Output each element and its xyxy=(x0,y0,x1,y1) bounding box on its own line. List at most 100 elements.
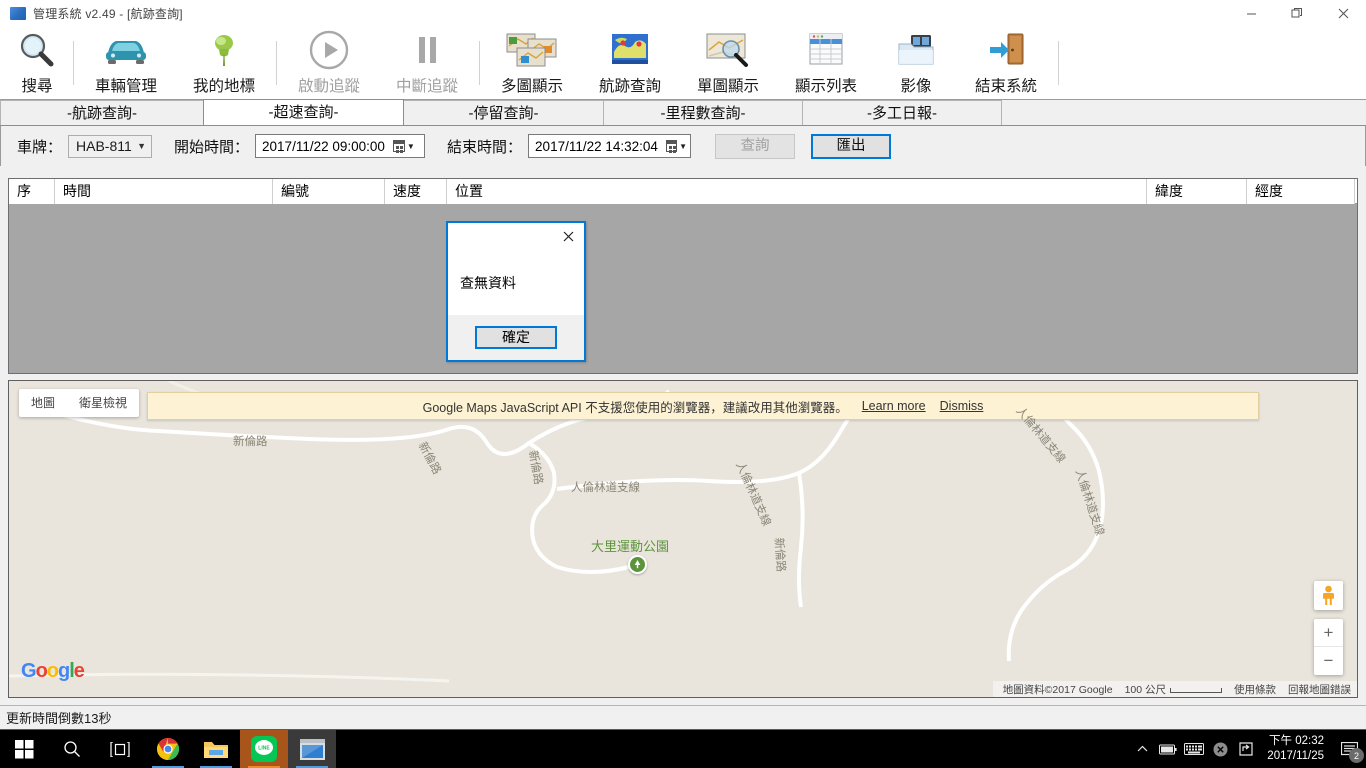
toolbar-button-single-map[interactable]: 單圖顯示 xyxy=(679,27,777,99)
toolbar-button-multi-map[interactable]: 多圖顯示 xyxy=(483,27,581,99)
taskbar-clock[interactable]: 下午 02:32 2017/11/25 xyxy=(1259,734,1332,764)
road-label: 新倫路 xyxy=(771,537,789,573)
status-text: 更新時間倒數13秒 xyxy=(6,708,111,727)
toolbar-label: 航跡查詢 xyxy=(599,74,661,96)
toolbar-button-my-landmarks[interactable]: 我的地標 xyxy=(175,27,273,99)
error-icon[interactable] xyxy=(1207,730,1233,768)
clock-time: 下午 02:32 xyxy=(1269,734,1324,749)
toolbar-label: 車輛管理 xyxy=(95,74,157,96)
terms-link[interactable]: 使用條款 xyxy=(1234,682,1276,697)
toolbar-label: 結束系統 xyxy=(975,74,1037,96)
toolbar-button-show-list[interactable]: 顯示列表 xyxy=(777,27,875,99)
toolbar-button-track-query[interactable]: 航跡查詢 xyxy=(581,27,679,99)
taskbar-app-line[interactable]: LINE xyxy=(240,730,288,768)
car-icon xyxy=(102,28,150,72)
zoom-out-button[interactable]: − xyxy=(1314,647,1343,675)
start-time-value: 2017/11/22 09:00:00 xyxy=(262,139,385,154)
chevron-up-icon[interactable] xyxy=(1129,730,1155,768)
windows-start-icon[interactable] xyxy=(0,730,48,768)
tab-stop-query[interactable]: -停留查詢- xyxy=(403,100,604,125)
tab-speeding-query[interactable]: -超速查詢- xyxy=(203,99,404,125)
map-type-map[interactable]: 地圖 xyxy=(19,389,67,417)
toolbar-separator xyxy=(479,41,480,85)
taskbar-app-chrome[interactable] xyxy=(144,730,192,768)
search-button[interactable]: 查詢 xyxy=(715,134,795,159)
toolbar-label: 多圖顯示 xyxy=(501,74,563,96)
windows-taskbar: LINE 下午 02:32 2017/11/25 xyxy=(0,730,1366,768)
toolbar-button-video[interactable]: 影像 xyxy=(875,27,957,99)
taskbar-app-file-explorer[interactable] xyxy=(192,730,240,768)
task-view-icon[interactable] xyxy=(96,730,144,768)
dismiss-link[interactable]: Dismiss xyxy=(940,399,984,413)
system-tray: 下午 02:32 2017/11/25 2 xyxy=(1129,730,1366,768)
map-magnifier-icon xyxy=(703,28,753,72)
sync-icon[interactable] xyxy=(1233,730,1259,768)
grid-column-id[interactable]: 編號 xyxy=(273,179,385,204)
toolbar-button-start-tracking[interactable]: 啟動追蹤 xyxy=(280,27,378,99)
search-icon[interactable] xyxy=(48,730,96,768)
toolbar-button-search[interactable]: 搜尋 xyxy=(4,27,70,99)
calendar-icon xyxy=(666,140,677,152)
notification-badge: 2 xyxy=(1349,748,1364,763)
dialog-ok-button[interactable]: 確定 xyxy=(475,326,557,349)
pegman-icon[interactable] xyxy=(1314,581,1343,610)
close-button[interactable] xyxy=(1320,0,1366,26)
chevron-down-icon[interactable]: ▼ xyxy=(679,142,687,151)
browser-warning-bar: Google Maps JavaScript API 不支援您使用的瀏覽器，建議… xyxy=(147,392,1259,420)
end-time-label: 結束時間： xyxy=(447,136,522,157)
chevron-down-icon: ▼ xyxy=(137,141,146,151)
export-button[interactable]: 匯出 xyxy=(811,134,891,159)
park-label: 大里運動公園 xyxy=(591,536,669,555)
taskbar-app-management-system[interactable] xyxy=(288,730,336,768)
close-icon[interactable] xyxy=(554,225,582,247)
zoom-in-button[interactable]: + xyxy=(1314,619,1343,647)
toolbar-button-exit-system[interactable]: 結束系統 xyxy=(957,27,1055,99)
plate-value: HAB-811 xyxy=(76,138,132,154)
tab-strip: -航跡查詢- -超速查詢- -停留查詢- -里程數查詢- -多工日報- xyxy=(0,100,1366,126)
svg-text:LINE: LINE xyxy=(258,746,270,752)
report-error-link[interactable]: 回報地圖錯誤 xyxy=(1288,682,1351,697)
grid-column-seq[interactable]: 序 xyxy=(9,179,55,204)
toolbar-button-stop-tracking[interactable]: 中斷追蹤 xyxy=(378,27,476,99)
app-window-icon xyxy=(10,7,26,20)
tab-mileage-query[interactable]: -里程數查詢- xyxy=(603,100,803,125)
google-map[interactable]: 地圖 衛星檢視 Google Maps JavaScript API 不支援您使… xyxy=(9,381,1357,697)
minimize-button[interactable] xyxy=(1228,0,1274,26)
grid-column-longitude[interactable]: 經度 xyxy=(1247,179,1355,204)
results-grid: 序 時間 編號 速度 位置 緯度 經度 xyxy=(8,178,1358,374)
video-folder-icon xyxy=(893,28,939,72)
plate-select[interactable]: HAB-811 ▼ xyxy=(68,135,152,158)
globe-icon xyxy=(609,28,651,72)
tab-track-query[interactable]: -航跡查詢- xyxy=(0,100,204,125)
window-title: 管理系統 v2.49 - [航跡查詢] xyxy=(33,5,183,22)
zoom-controls: + − xyxy=(1314,619,1343,675)
exit-door-icon xyxy=(984,28,1028,72)
scale-label: 100 公尺 xyxy=(1125,682,1166,697)
grid-column-latitude[interactable]: 緯度 xyxy=(1147,179,1247,204)
keyboard-icon[interactable] xyxy=(1181,730,1207,768)
end-time-field[interactable]: 2017/11/22 14:32:04 ▼ xyxy=(528,134,691,158)
tab-multitask-report[interactable]: -多工日報- xyxy=(802,100,1002,125)
chevron-down-icon[interactable]: ▼ xyxy=(407,142,415,151)
play-circle-icon xyxy=(308,28,350,72)
main-toolbar: 搜尋 車輛管理 xyxy=(0,26,1366,100)
map-panel: 地圖 衛星檢視 Google Maps JavaScript API 不支援您使… xyxy=(8,380,1358,698)
battery-icon[interactable] xyxy=(1155,730,1181,768)
map-type-satellite[interactable]: 衛星檢視 xyxy=(67,389,139,417)
learn-more-link[interactable]: Learn more xyxy=(862,399,926,413)
road-label: 人倫林道支線 xyxy=(571,479,640,495)
start-time-field[interactable]: 2017/11/22 09:00:00 ▼ xyxy=(255,134,425,158)
map-attribution-bar: 地圖資料©2017 Google 100 公尺 使用條款 回報地圖錯誤 xyxy=(993,681,1357,697)
grid-column-location[interactable]: 位置 xyxy=(447,179,1147,204)
grid-column-time[interactable]: 時間 xyxy=(55,179,273,204)
end-time-value: 2017/11/22 14:32:04 xyxy=(535,139,658,154)
toolbar-label: 影像 xyxy=(900,74,931,96)
toolbar-label: 搜尋 xyxy=(21,74,52,96)
maximize-button[interactable] xyxy=(1274,0,1320,26)
toolbar-label: 顯示列表 xyxy=(795,74,857,96)
notification-center-icon[interactable]: 2 xyxy=(1332,730,1366,768)
pause-icon xyxy=(409,28,445,72)
toolbar-button-vehicle-management[interactable]: 車輛管理 xyxy=(77,27,175,99)
park-tree-icon[interactable] xyxy=(628,555,647,574)
grid-column-speed[interactable]: 速度 xyxy=(385,179,447,204)
